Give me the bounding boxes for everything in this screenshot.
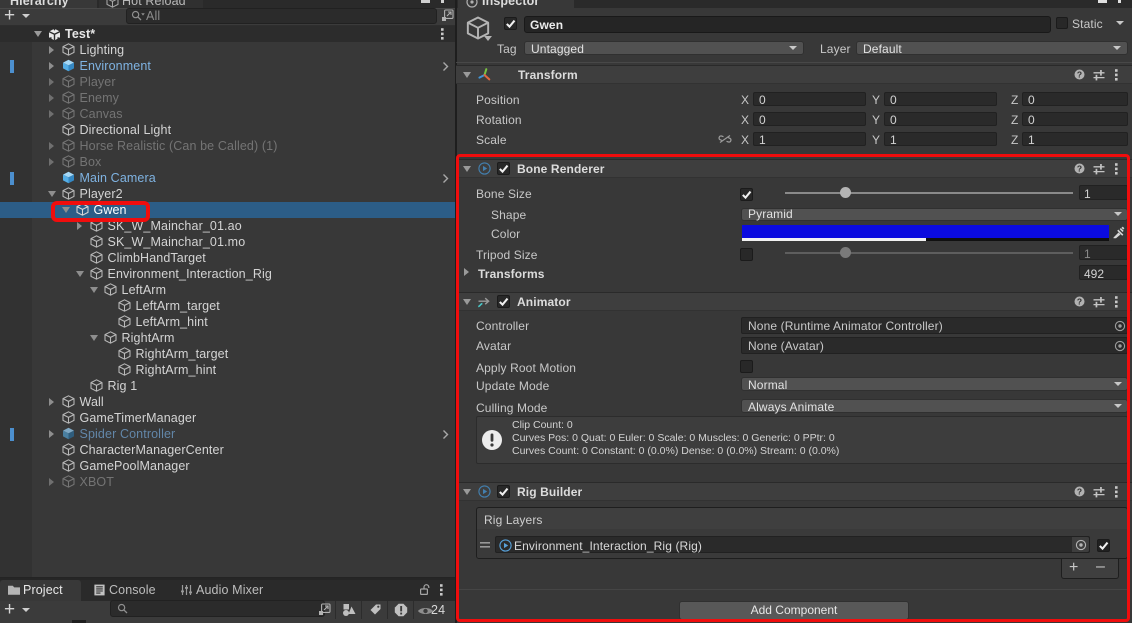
svg-text:?: ?: [1077, 69, 1082, 79]
